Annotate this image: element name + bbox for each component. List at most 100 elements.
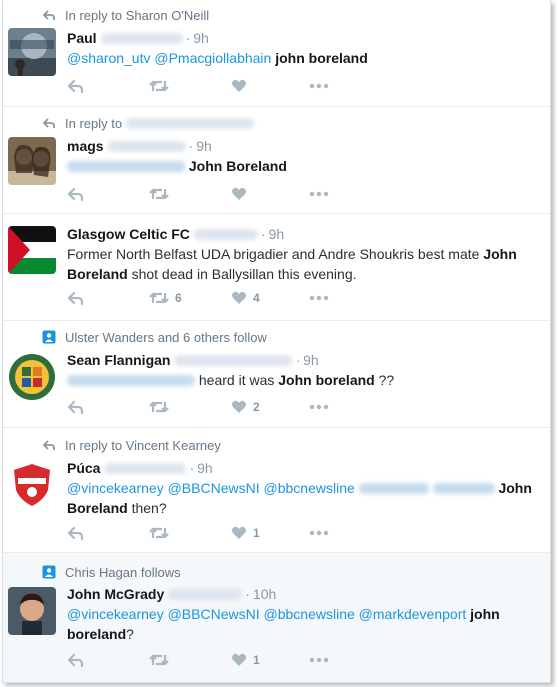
- heart-icon: [231, 653, 247, 667]
- timestamp[interactable]: 10h: [253, 586, 276, 602]
- mention-link[interactable]: @vincekearney: [67, 606, 164, 622]
- reply-context[interactable]: In reply to Sharon O'Neill: [42, 8, 209, 23]
- more-button[interactable]: [309, 652, 329, 670]
- like-count: 1: [253, 526, 260, 540]
- retweet-button[interactable]: [149, 78, 175, 96]
- like-button[interactable]: 1: [231, 525, 260, 543]
- username-blurred[interactable]: [193, 229, 258, 240]
- mention-link[interactable]: @vincekearney: [67, 480, 164, 496]
- like-button[interactable]: 1: [231, 652, 260, 670]
- display-name[interactable]: Glasgow Celtic FC: [67, 226, 190, 242]
- tweet-header: John McGrady · 10h: [67, 586, 277, 602]
- like-button[interactable]: [231, 78, 253, 96]
- reply-button[interactable]: [67, 652, 91, 670]
- reply-button[interactable]: [67, 78, 91, 96]
- person-follow-icon: [42, 330, 56, 344]
- reply-icon: [67, 526, 85, 541]
- mention-link-blurred[interactable]: [67, 375, 195, 386]
- more-button[interactable]: [309, 290, 329, 308]
- retweet-icon: [149, 79, 169, 93]
- mention-link[interactable]: @bbcnewsline: [264, 606, 355, 622]
- reply-context[interactable]: In reply to: [42, 116, 254, 131]
- like-count: 4: [253, 291, 260, 305]
- tweet-header: Glasgow Celtic FC · 9h: [67, 226, 285, 242]
- more-button[interactable]: [309, 78, 329, 96]
- avatar[interactable]: [8, 28, 56, 76]
- tweet-text: @vincekearney @BBCNewsNI @bbcnewsline Jo…: [67, 480, 532, 516]
- reply-arrow-icon: [42, 118, 55, 128]
- retweet-button[interactable]: [149, 652, 175, 670]
- username-blurred[interactable]: [168, 589, 243, 600]
- follow-context[interactable]: Chris Hagan follows: [42, 565, 181, 580]
- display-name[interactable]: Sean Flannigan: [67, 352, 170, 368]
- retweet-icon: [149, 400, 169, 414]
- timestamp[interactable]: 9h: [196, 138, 212, 154]
- like-button[interactable]: 4: [231, 290, 260, 308]
- mention-link[interactable]: @bbcnewsline: [264, 480, 355, 496]
- avatar[interactable]: [8, 137, 56, 185]
- retweet-icon: [149, 653, 169, 667]
- avatar[interactable]: [8, 353, 56, 401]
- reply-button[interactable]: [67, 290, 91, 308]
- reply-button[interactable]: [67, 186, 91, 204]
- retweet-icon: [149, 291, 169, 305]
- username-blurred[interactable]: [174, 355, 293, 366]
- mention-link[interactable]: @BBCNewsNI: [168, 480, 260, 496]
- retweet-button[interactable]: [149, 399, 175, 417]
- display-name[interactable]: Paul: [67, 30, 97, 46]
- tweet[interactable]: In reply to mags · 9h John Boreland: [3, 107, 550, 214]
- tweet-text: John Boreland: [67, 156, 545, 176]
- retweet-button[interactable]: [149, 186, 175, 204]
- reply-button[interactable]: [67, 399, 91, 417]
- mention-link[interactable]: @sharon_utv: [67, 50, 150, 66]
- retweet-button[interactable]: [149, 525, 175, 543]
- tweet-highlighted[interactable]: Chris Hagan follows John McGrady · 10h @vi…: [3, 553, 550, 682]
- more-button[interactable]: [309, 186, 329, 204]
- more-options-icon: [309, 79, 329, 93]
- follow-context[interactable]: Ulster Wanders and 6 others follow: [42, 330, 267, 345]
- tweet-actions: 2: [67, 399, 367, 417]
- tweet-header: mags · 9h: [67, 138, 212, 154]
- reply-target-blurred[interactable]: [125, 118, 254, 129]
- username-blurred[interactable]: [100, 33, 183, 44]
- more-button[interactable]: [309, 525, 329, 543]
- heart-icon: [231, 400, 247, 414]
- more-button[interactable]: [309, 399, 329, 417]
- like-count: 1: [253, 653, 260, 667]
- timestamp[interactable]: 9h: [197, 460, 213, 476]
- tweet-text: Former North Belfast UDA brigadier and A…: [67, 246, 517, 282]
- timestamp[interactable]: 9h: [193, 30, 209, 46]
- tweet-text: @vincekearney @BBCNewsNI @bbcnewsline @m…: [67, 606, 500, 642]
- avatar[interactable]: [8, 226, 56, 274]
- like-count: 2: [253, 400, 260, 414]
- timestamp[interactable]: 9h: [269, 226, 285, 242]
- mention-link[interactable]: @Pmacgiollabhain: [154, 50, 271, 66]
- tweet[interactable]: Glasgow Celtic FC · 9h Former North Belfas…: [3, 214, 550, 321]
- like-button[interactable]: 2: [231, 399, 260, 417]
- tweet[interactable]: In reply to Vincent Kearney Púca · 9h @vin…: [3, 428, 550, 553]
- like-button[interactable]: [231, 186, 253, 204]
- mention-link[interactable]: @BBCNewsNI: [168, 606, 260, 622]
- timestamp[interactable]: 9h: [303, 352, 319, 368]
- avatar[interactable]: [8, 460, 56, 508]
- heart-icon: [231, 187, 247, 201]
- reply-button[interactable]: [67, 525, 91, 543]
- username-blurred[interactable]: [107, 141, 186, 152]
- reply-context[interactable]: In reply to Vincent Kearney: [42, 438, 221, 453]
- mention-link[interactable]: @markdevenport: [359, 606, 467, 622]
- retweet-button[interactable]: 6: [149, 290, 182, 308]
- tweet[interactable]: Ulster Wanders and 6 others follow Sean …: [3, 321, 550, 428]
- tweet[interactable]: In reply to Sharon O'Neill Paul · 9h @shar…: [3, 0, 550, 107]
- mention-link-blurred[interactable]: [67, 161, 185, 172]
- mention-link-blurred[interactable]: [432, 483, 495, 494]
- avatar[interactable]: [8, 587, 56, 635]
- heart-icon: [231, 526, 247, 540]
- display-name[interactable]: John McGrady: [67, 586, 164, 602]
- mention-link-blurred[interactable]: [358, 483, 429, 494]
- tweet-actions: 64: [67, 290, 367, 308]
- tweet-header: Paul · 9h: [67, 30, 209, 46]
- username-blurred[interactable]: [104, 463, 187, 474]
- display-name[interactable]: mags: [67, 138, 104, 154]
- display-name[interactable]: Púca: [67, 460, 100, 476]
- tweet-actions: 1: [67, 525, 367, 543]
